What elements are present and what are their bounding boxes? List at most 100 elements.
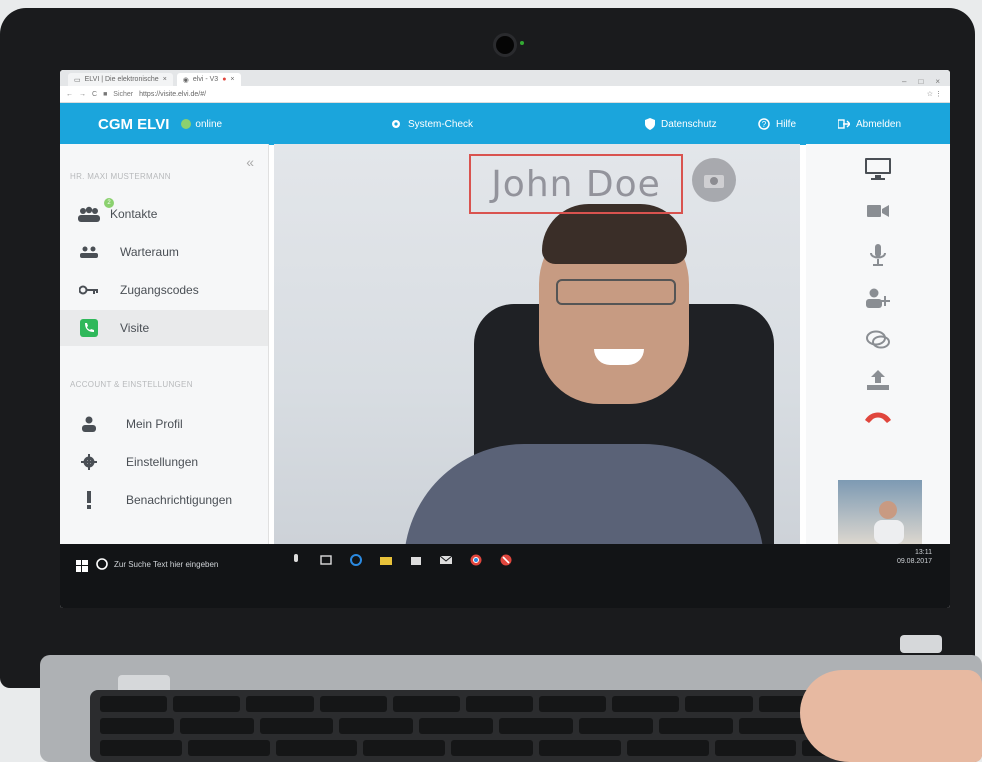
sidebar-item-zugangscodes[interactable]: Zugangscodes (60, 272, 268, 308)
hand (800, 670, 982, 762)
maximize-icon[interactable]: □ (918, 77, 923, 86)
star-icon[interactable]: ☆ ⋮ (927, 90, 950, 98)
camera-icon (704, 175, 724, 188)
brand-logo: CGM ELVI (98, 115, 170, 133)
elvi-app-icon[interactable] (500, 554, 512, 566)
windows-start-icon[interactable] (76, 560, 88, 572)
microphone-toggle-button[interactable] (806, 244, 950, 266)
close-icon[interactable]: × (163, 76, 167, 83)
video-camera-icon (867, 205, 889, 217)
remote-video: John Doe (274, 144, 800, 544)
help-label: Hilfe (776, 118, 797, 130)
mail-icon[interactable] (440, 554, 452, 566)
sidebar-item-label: Einstellungen (126, 455, 199, 469)
privacy-button[interactable]: Datenschutz (645, 118, 717, 130)
user-icon (74, 416, 104, 432)
tab-page-icon: ▭ (74, 76, 81, 84)
taskbar-search-placeholder: Zur Suche Text hier eingeben (114, 559, 219, 569)
window-controls: – □ × (902, 77, 950, 86)
taskbar-apps (290, 554, 512, 566)
logout-label: Abmelden (856, 118, 902, 130)
online-status-icon (181, 119, 192, 129)
phone-icon (74, 319, 104, 337)
task-view-icon[interactable] (320, 554, 332, 566)
microphone-icon (870, 244, 886, 266)
sidebar: « HR. MAXI MUSTERMANN 2 Kontakte Wartera… (60, 144, 269, 608)
gear-icon (74, 454, 104, 470)
hinge-right (900, 635, 942, 653)
browser-tab-label: ELVI | Die elektronische (84, 76, 159, 83)
back-icon[interactable]: ← (66, 91, 73, 98)
app-header: CGM ELVI online System-Check Datenschutz… (60, 103, 950, 145)
reload-icon[interactable]: C (92, 91, 97, 98)
waiting-room-icon (74, 246, 104, 258)
help-button[interactable]: ? Hilfe (758, 118, 796, 130)
browser-tab-strip: ▭ ELVI | Die elektronische × ◉ elvi - V3… (60, 70, 950, 86)
add-participant-button[interactable] (806, 288, 950, 308)
sidebar-item-mein-profil[interactable]: Mein Profil (60, 406, 268, 442)
close-window-icon[interactable]: × (935, 77, 940, 86)
camera-toggle-button[interactable] (806, 204, 950, 218)
security-label: Sicher (113, 90, 134, 98)
file-explorer-icon[interactable] (380, 554, 392, 566)
hang-up-icon (865, 412, 891, 423)
lock-icon: ■ (103, 90, 108, 98)
screen-share-button[interactable] (806, 158, 950, 180)
chrome-icon[interactable] (470, 554, 482, 566)
hang-up-button[interactable] (806, 410, 950, 424)
sidebar-item-label: Visite (120, 321, 150, 335)
system-check-button[interactable]: System-Check (390, 118, 473, 130)
sidebar-item-label: Mein Profil (126, 417, 183, 431)
chat-icon (866, 330, 890, 349)
forward-icon[interactable]: → (79, 91, 86, 98)
sidebar-item-label: Kontakte (110, 207, 158, 221)
account-section-label: ACCOUNT & EINSTELLUNGEN (70, 380, 193, 389)
webcam-led (520, 41, 524, 45)
chat-button[interactable] (806, 330, 950, 350)
webcam (496, 36, 514, 54)
windows-taskbar: Zur Suche Text hier eingeben 13:11 09.08… (60, 544, 950, 608)
sidebar-item-benachrichtigungen[interactable]: Benachrichtigungen (60, 482, 268, 518)
contacts-badge: 2 (104, 198, 114, 208)
privacy-label: Datenschutz (661, 118, 717, 130)
monitor-icon (865, 158, 891, 180)
sidebar-item-kontakte[interactable]: 2 Kontakte (60, 196, 268, 232)
browser-tab[interactable]: ▭ ELVI | Die elektronische × (68, 73, 173, 86)
clock-date: 09.08.2017 (896, 558, 932, 565)
recording-dot-icon: ● (222, 76, 227, 83)
microphone-icon[interactable] (290, 554, 302, 566)
video-person-glasses (556, 279, 676, 305)
exclamation-icon (74, 491, 104, 509)
url-text[interactable]: https://visite.elvi.de/#/ (139, 91, 206, 98)
edge-icon[interactable] (350, 554, 362, 566)
collapse-sidebar-icon[interactable]: « (246, 154, 254, 170)
clock-time: 13:11 (915, 549, 932, 556)
sidebar-item-label: Zugangscodes (120, 283, 199, 297)
sidebar-item-visite[interactable]: Visite (60, 310, 268, 346)
cortana-icon (96, 558, 108, 570)
upload-icon (867, 370, 889, 390)
shield-icon (645, 118, 655, 130)
sidebar-item-warteraum[interactable]: Warteraum (60, 234, 268, 270)
taskbar-search[interactable]: Zur Suche Text hier eingeben (96, 558, 218, 570)
sidebar-item-label: Warteraum (120, 245, 179, 259)
online-status-label: online (195, 118, 223, 130)
store-icon[interactable] (410, 554, 422, 566)
logout-button[interactable]: Abmelden (838, 118, 901, 130)
browser-tab-active[interactable]: ◉ elvi - V3 ● × (176, 73, 241, 86)
tab-favicon-icon: ◉ (182, 76, 189, 84)
browser-tab-label: elvi - V3 (192, 76, 219, 83)
system-tray[interactable]: 13:11 09.08.2017 (897, 548, 932, 566)
minimize-icon[interactable]: – (902, 77, 906, 86)
user-name: HR. MAXI MUSTERMANN (70, 172, 171, 181)
file-upload-button[interactable] (806, 370, 950, 390)
svg-text:?: ? (762, 120, 767, 129)
help-icon: ? (758, 118, 770, 130)
close-icon[interactable]: × (230, 76, 234, 83)
caller-name: John Doe (469, 154, 683, 214)
sidebar-item-einstellungen[interactable]: Einstellungen (60, 444, 268, 480)
address-bar[interactable]: ← → C ■ Sicher https://visite.elvi.de/#/… (60, 86, 950, 103)
snapshot-button[interactable] (692, 158, 736, 202)
screen: ▭ ELVI | Die elektronische × ◉ elvi - V3… (60, 70, 950, 608)
self-view-video[interactable] (838, 480, 922, 544)
